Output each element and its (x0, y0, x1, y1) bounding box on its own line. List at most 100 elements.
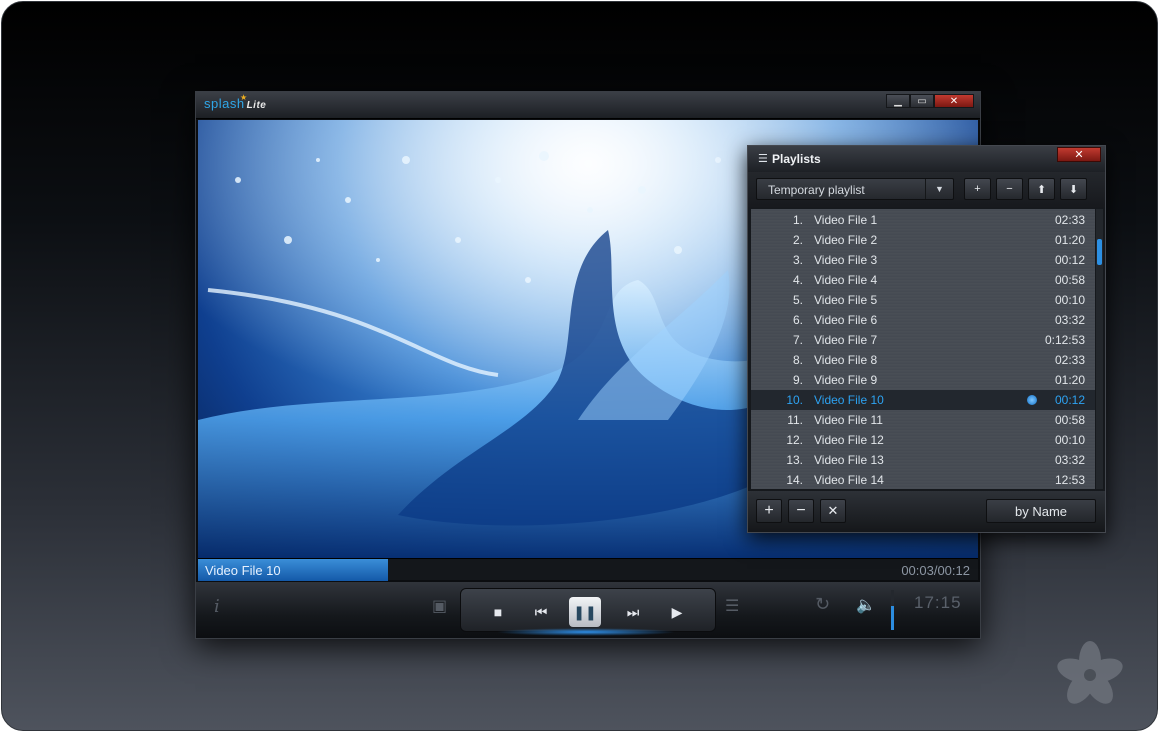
volume-level-fill (891, 606, 894, 630)
move-up-button[interactable]: ⬆ (1028, 178, 1055, 200)
playlist-window: ☰ Playlists ✕ Temporary playlist ▼ + − ⬆… (747, 145, 1106, 533)
item-name: Video File 13 (814, 453, 884, 467)
repeat-icon[interactable]: ↻ (815, 594, 830, 615)
now-playing-icon (1027, 395, 1037, 405)
playlist-title: Playlists (772, 152, 821, 166)
move-down-button[interactable]: ⬇ (1060, 178, 1087, 200)
playlist-item[interactable]: 5. Video File 5 00:10 (751, 290, 1095, 310)
playlist-select-value: Temporary playlist (768, 183, 865, 197)
title-bar[interactable]: splash Lite ★ ▁ ▭ ✕ (196, 92, 980, 119)
item-number: 10. (786, 393, 803, 407)
playlist-item[interactable]: 11. Video File 11 00:58 (751, 410, 1095, 430)
snapshot-icon[interactable]: ▣ (432, 596, 447, 616)
item-duration: 00:10 (1054, 293, 1085, 307)
time-readout: 00:03/00:12 (901, 563, 970, 578)
playlist-item[interactable]: 13. Video File 13 03:32 (751, 450, 1095, 470)
sort-button[interactable]: by Name (986, 499, 1096, 523)
item-duration: 00:58 (1054, 273, 1085, 287)
info-icon[interactable]: i (214, 596, 220, 617)
scrollbar-thumb[interactable] (1097, 239, 1102, 265)
item-name: Video File 1 (814, 213, 878, 227)
playlist-item[interactable]: 12. Video File 12 00:10 (751, 430, 1095, 450)
control-bar: i ▣ ■ ⏮ ❚❚ ⏭ ▶ ☰ ↻ 🔈 17:15 (196, 582, 980, 638)
item-number: 4. (792, 273, 803, 287)
item-number: 2. (792, 233, 803, 247)
next-icon[interactable]: ⏭ (620, 599, 646, 625)
playlist-item[interactable]: 8. Video File 8 02:33 (751, 350, 1095, 370)
item-duration: 00:58 (1054, 413, 1085, 427)
playlist-select[interactable]: Temporary playlist ▼ (756, 178, 954, 200)
playlist-scrollbar[interactable] (1096, 209, 1103, 489)
item-number: 6. (792, 313, 803, 327)
playlist-item[interactable]: 9. Video File 9 01:20 (751, 370, 1095, 390)
playlist-icon[interactable]: ☰ (725, 596, 739, 616)
item-duration: 03:32 (1054, 313, 1085, 327)
item-number: 11. (787, 413, 803, 427)
window-controls: ▁ ▭ ✕ (886, 94, 974, 108)
item-duration: 02:33 (1054, 213, 1085, 227)
playlist-toolbar: Temporary playlist ▼ + − ⬆ ⬇ (748, 172, 1105, 208)
item-duration: 0:12:53 (1044, 333, 1085, 347)
remove-file-button[interactable]: − (788, 499, 814, 523)
add-file-button[interactable]: + (756, 499, 782, 523)
clear-playlist-button[interactable]: ✕ (820, 499, 846, 523)
frame-step-icon[interactable]: ▶ (664, 599, 690, 625)
playlist-items: 1. Video File 1 02:33 2. Video File 2 01:20 3.… (751, 209, 1095, 489)
item-number: 12. (786, 433, 803, 447)
item-name: Video File 9 (814, 373, 878, 387)
playlist-item[interactable]: 7. Video File 7 0:12:53 (751, 330, 1095, 350)
item-name: Video File 12 (814, 433, 884, 447)
playlist-item[interactable]: 2. Video File 2 01:20 (751, 230, 1095, 250)
item-number: 8. (792, 353, 803, 367)
playlist-item[interactable]: 14. Video File 14 12:53 (751, 470, 1095, 489)
playlist-title-bar[interactable]: ☰ Playlists ✕ (748, 146, 1105, 172)
item-name: Video File 11 (814, 413, 883, 427)
playlist-item[interactable]: 3. Video File 3 00:12 (751, 250, 1095, 270)
close-button[interactable]: ✕ (934, 94, 974, 108)
item-duration: 01:20 (1054, 233, 1085, 247)
item-duration: 00:12 (1054, 253, 1085, 267)
playlist-close-button[interactable]: ✕ (1057, 147, 1101, 162)
item-name: Video File 6 (814, 313, 878, 327)
item-name: Video File 8 (814, 353, 878, 367)
item-duration: 01:20 (1054, 373, 1085, 387)
volume-slider[interactable] (891, 590, 894, 630)
playlist-item[interactable]: 1. Video File 1 02:33 (751, 210, 1095, 230)
item-name: Video File 14 (814, 473, 884, 487)
item-number: 7. (792, 333, 803, 347)
item-name: Video File 7 (814, 333, 878, 347)
app-logo-edition: Lite (246, 100, 267, 111)
previous-icon[interactable]: ⏮ (528, 599, 554, 625)
item-name: Video File 10 (814, 393, 884, 407)
item-number: 1. (792, 213, 803, 227)
delete-playlist-button[interactable]: − (996, 178, 1023, 200)
list-icon: ☰ (758, 153, 768, 165)
item-duration: 03:32 (1054, 453, 1085, 467)
item-name: Video File 5 (814, 293, 878, 307)
volume-icon[interactable]: 🔈 (856, 595, 876, 615)
clock-readout: 17:15 (914, 593, 962, 612)
status-bar: Video File 10 00:03/00:12 (198, 558, 978, 581)
app-logo: splash Lite ★ (204, 93, 267, 111)
maximize-button[interactable]: ▭ (910, 94, 934, 108)
playlist-item[interactable]: 6. Video File 6 03:32 (751, 310, 1095, 330)
minimize-button[interactable]: ▁ (886, 94, 910, 108)
new-playlist-button[interactable]: + (964, 178, 991, 200)
item-number: 9. (792, 373, 803, 387)
item-number: 5. (792, 293, 803, 307)
playlist-item-active[interactable]: 10. Video File 10 00:12 (751, 390, 1095, 410)
chevron-down-icon[interactable]: ▼ (925, 179, 953, 199)
item-duration: 02:33 (1054, 353, 1085, 367)
item-name: Video File 2 (814, 233, 878, 247)
pause-icon[interactable]: ❚❚ (569, 597, 601, 627)
transport-panel: ■ ⏮ ❚❚ ⏭ ▶ (460, 588, 716, 632)
stop-icon[interactable]: ■ (485, 599, 511, 625)
item-duration: 00:12 (1054, 393, 1085, 407)
item-name: Video File 3 (814, 253, 878, 267)
app-logo-text: splash (204, 96, 245, 111)
item-duration: 12:53 (1054, 473, 1085, 487)
playlist-item[interactable]: 4. Video File 4 00:58 (751, 270, 1095, 290)
item-duration: 00:10 (1054, 433, 1085, 447)
item-number: 3. (792, 253, 803, 267)
logo-star-icon: ★ (240, 93, 248, 102)
